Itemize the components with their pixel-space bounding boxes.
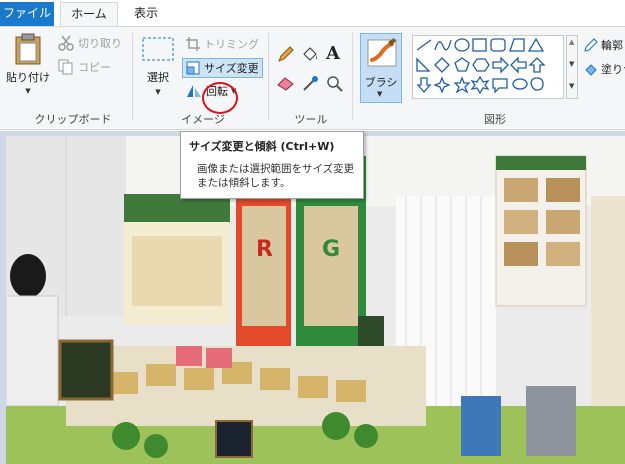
left-arrow-shape-icon <box>510 56 527 74</box>
diamond-shape-icon <box>434 57 450 73</box>
scissors-icon <box>58 35 74 51</box>
select-button[interactable]: 選択 ▼ <box>140 37 176 103</box>
brush-icon <box>367 38 397 67</box>
shape-outline-button[interactable]: 輪郭 <box>584 37 623 53</box>
clipboard-group-label: クリップボード <box>34 113 112 126</box>
right-arrow-shape-icon <box>492 56 509 74</box>
group-divider <box>132 33 133 121</box>
copy-label: コピー <box>78 61 111 74</box>
outline-pencil-icon <box>584 38 598 52</box>
selection-rectangle-icon <box>142 37 174 61</box>
gallery-expand-icon[interactable]: ▼ <box>569 82 574 90</box>
pencil-icon <box>278 46 294 62</box>
shape-fill-label: 塗りつ <box>601 63 625 76</box>
paste-button[interactable]: 貼り付け ▼ <box>6 33 50 103</box>
paste-label: 貼り付け <box>6 71 50 84</box>
fill-icon <box>303 47 317 61</box>
chevron-down-icon: ▼ <box>25 87 31 95</box>
five-point-star-icon <box>453 76 471 94</box>
polygon-shape-icon <box>509 38 525 52</box>
down-arrow-shape-icon <box>416 77 432 93</box>
oval-shape-icon <box>454 38 470 52</box>
text-icon: A <box>326 43 340 64</box>
resize-icon <box>186 61 200 75</box>
group-divider <box>352 33 353 121</box>
cloud-callout-icon <box>530 77 544 91</box>
eraser-button[interactable] <box>277 75 295 91</box>
clipboard-icon <box>15 33 41 65</box>
shape-outline-label: 輪郭 <box>601 39 623 52</box>
line-shape-icon <box>416 39 432 51</box>
select-label: 選択 <box>147 71 169 84</box>
svg-text:R: R <box>256 237 273 262</box>
rectangle-shape-icon <box>472 38 487 52</box>
tab-view[interactable]: 表示 <box>122 2 170 26</box>
crop-icon <box>186 37 200 51</box>
annotation-circle <box>202 82 238 114</box>
scroll-down-icon[interactable]: ▼ <box>569 60 574 68</box>
four-point-star-icon <box>433 76 451 94</box>
triangle-shape-icon <box>527 37 545 52</box>
shapes-gallery-scroll[interactable]: ▲ ▼ ▼ <box>566 35 578 99</box>
scroll-up-icon[interactable]: ▲ <box>569 38 574 46</box>
svg-text:G: G <box>322 237 340 262</box>
chevron-down-icon: ▼ <box>155 88 161 96</box>
color-picker-icon <box>303 76 318 91</box>
ribbon: 貼り付け ▼ 切り取り コピー クリップボード 選択 ▼ トリミング サイズ変更… <box>0 26 625 130</box>
copy-button[interactable]: コピー <box>58 59 111 75</box>
right-triangle-shape-icon <box>416 57 431 72</box>
six-point-star-icon <box>470 75 490 95</box>
tab-home[interactable]: ホーム <box>60 2 118 26</box>
eraser-icon <box>277 77 294 91</box>
color-picker-button[interactable] <box>301 75 319 93</box>
magnifier-icon <box>327 76 343 92</box>
rotate-icon <box>187 85 201 97</box>
tools-group-label: ツール <box>294 113 328 126</box>
chevron-down-icon: ▼ <box>377 90 383 98</box>
resize-tooltip: サイズ変更と傾斜 (Ctrl+W) 画像または選択範囲をサイズ変更または傾斜しま… <box>180 131 364 199</box>
tab-file[interactable]: ファイル <box>0 2 54 26</box>
oval-callout-icon <box>512 78 528 90</box>
rounded-rectangle-shape-icon <box>490 38 506 52</box>
hexagon-shape-icon <box>472 58 490 72</box>
image-group-label: イメージ <box>181 113 225 126</box>
resize-label: サイズ変更 <box>204 62 259 75</box>
pencil-button[interactable] <box>277 45 295 63</box>
shapes-gallery[interactable] <box>412 35 564 99</box>
resize-button[interactable]: サイズ変更 <box>182 58 263 78</box>
tooltip-title: サイズ変更と傾斜 (Ctrl+W) <box>189 140 335 153</box>
text-button[interactable]: A <box>326 43 340 64</box>
group-divider <box>268 33 269 121</box>
pentagon-shape-icon <box>454 57 470 72</box>
ribbon-tab-bar: ファイル ホーム 表示 <box>0 0 625 26</box>
crop-label: トリミング <box>204 38 259 51</box>
tooltip-body: 画像または選択範囲をサイズ変更または傾斜します。 <box>197 163 355 189</box>
fill-bucket-icon <box>585 64 597 76</box>
fill-button[interactable] <box>301 45 319 63</box>
magnifier-button[interactable] <box>326 75 344 93</box>
crop-button[interactable]: トリミング <box>186 36 259 52</box>
brushes-button[interactable]: ブラシ ▼ <box>360 33 402 103</box>
copy-icon <box>58 59 73 75</box>
curve-shape-icon <box>434 39 452 51</box>
shapes-group-label: 図形 <box>484 113 506 126</box>
up-arrow-shape-icon <box>528 57 546 73</box>
brushes-label: ブラシ <box>364 76 398 89</box>
shape-fill-button[interactable]: 塗りつ <box>584 61 625 77</box>
cut-button[interactable]: 切り取り <box>58 35 122 51</box>
shapes-icons <box>416 37 546 95</box>
cut-label: 切り取り <box>78 37 122 50</box>
rectangular-callout-icon <box>492 78 508 94</box>
